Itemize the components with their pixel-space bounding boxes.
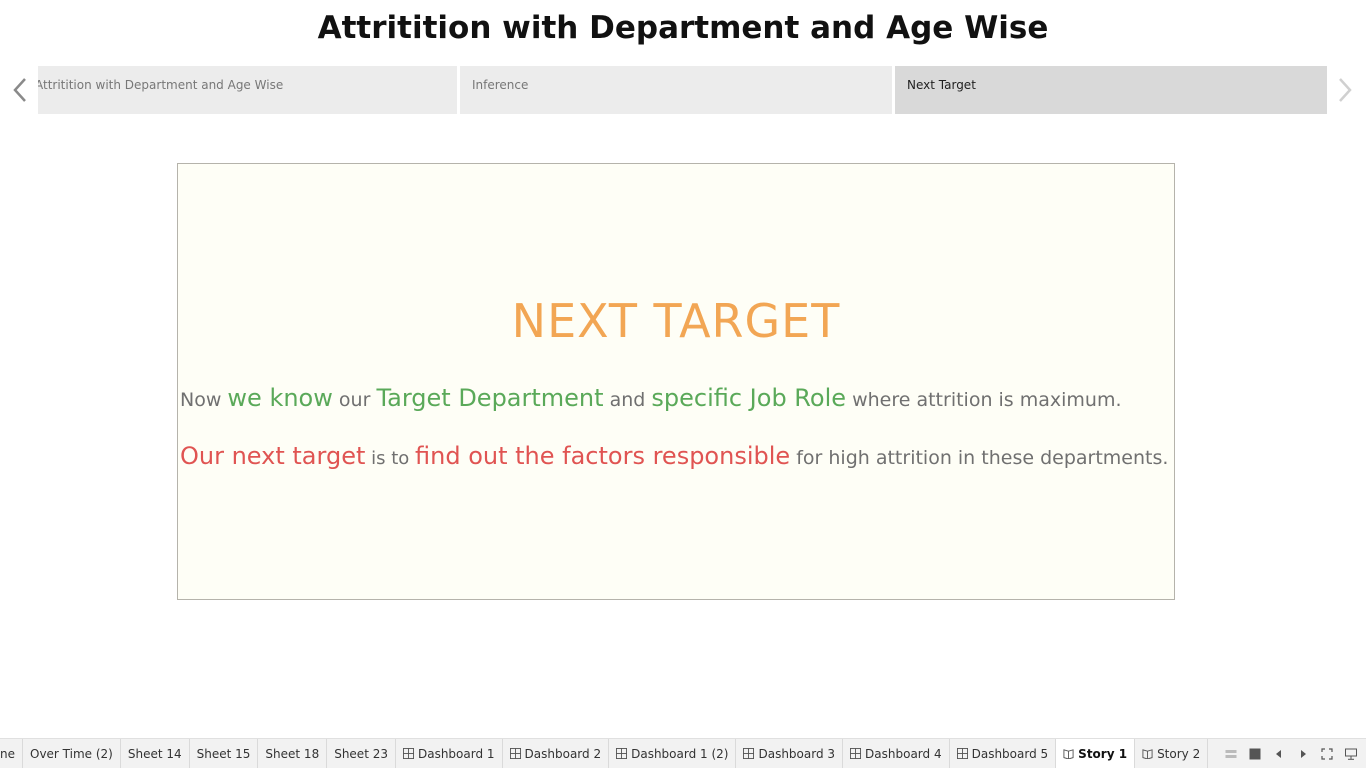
- sheet-tab-label: Dashboard 5: [971, 746, 1049, 761]
- sheet-tab-label: Dashboard 1: [417, 746, 495, 761]
- sheet-tab[interactable]: Dashboard 4: [843, 739, 950, 768]
- chevron-right-icon: [1339, 78, 1352, 102]
- story-text-panel: NEXT TARGET Now we know our Target Depar…: [177, 163, 1175, 600]
- line1-text-our: our: [332, 389, 377, 411]
- sheet-tab-label: Dashboard 2: [524, 746, 602, 761]
- sheet-tab[interactable]: Sheet 23: [327, 739, 396, 768]
- line1-text-now: Now: [180, 389, 228, 411]
- sheet-tab[interactable]: Dashboard 1: [396, 739, 503, 768]
- show-tabs-icon[interactable]: [1248, 747, 1262, 761]
- sheet-tab-label: Story 1: [1078, 746, 1128, 761]
- sheet-tab[interactable]: Dashboard 3: [736, 739, 844, 768]
- sheet-tab-label: ne: [0, 746, 15, 761]
- line1-highlight-we-know: we know: [227, 384, 333, 412]
- presentation-mode-icon[interactable]: [1344, 747, 1358, 761]
- sheet-tab[interactable]: Dashboard 1 (2): [609, 739, 737, 768]
- dashboard-grid-icon: [850, 748, 862, 759]
- tab-bar-controls: [1210, 739, 1366, 768]
- story-point-3-current[interactable]: Next Target: [895, 66, 1327, 114]
- sheet-tab-label: Sheet 18: [265, 746, 320, 761]
- story-book-icon: [1063, 748, 1074, 759]
- sheet-tab[interactable]: Over Time (2): [23, 739, 121, 768]
- sheet-tab-label: Sheet 14: [127, 746, 182, 761]
- line2-text-end: for high attrition in these departments.: [790, 447, 1169, 469]
- sheet-tab-label: Dashboard 3: [758, 746, 836, 761]
- sheet-tab[interactable]: Story 2: [1135, 739, 1209, 768]
- panel-headline: NEXT TARGET: [511, 294, 841, 348]
- chevron-left-icon: [13, 78, 26, 102]
- dashboard-grid-icon: [509, 748, 521, 759]
- line2-highlight-factors: find out the factors responsible: [415, 442, 791, 470]
- dashboard-grid-icon: [956, 748, 968, 759]
- sheet-tab-label: Dashboard 4: [865, 746, 942, 761]
- sheet-tab[interactable]: Sheet 14: [121, 739, 190, 768]
- sheet-tab-bar: ne Over Time (2) Sheet 14 Sheet 15 Sheet 18 S…: [0, 738, 1366, 768]
- story-point-1[interactable]: Attritition with Department and Age Wise: [38, 66, 457, 114]
- line1-text-and: and: [603, 389, 652, 411]
- story-title: Attritition with Department and Age Wise: [317, 10, 1049, 46]
- sheet-tab[interactable]: Sheet 15: [190, 739, 259, 768]
- story-point-2[interactable]: Inference: [460, 66, 892, 114]
- next-story-point-button[interactable]: [1330, 70, 1360, 110]
- dashboard-grid-icon: [402, 748, 414, 759]
- panel-text-line-1: Now we know our Target Department and sp…: [180, 384, 1122, 412]
- sheet-tab-label: Sheet 15: [196, 746, 251, 761]
- line2-highlight-next-target: Our next target: [180, 442, 366, 470]
- previous-story-point-button[interactable]: [5, 70, 35, 110]
- sheet-tab[interactable]: Sheet 18: [258, 739, 328, 768]
- sheet-tab-label: Sheet 23: [334, 746, 388, 761]
- next-sheet-icon[interactable]: [1296, 747, 1310, 761]
- sheet-tab[interactable]: Dashboard 5: [950, 739, 1057, 768]
- sheet-tab[interactable]: ne: [0, 739, 23, 768]
- dashboard-grid-icon: [743, 748, 755, 759]
- dashboard-grid-icon: [616, 748, 628, 759]
- line1-text-end: where attrition is maximum.: [846, 389, 1122, 411]
- story-book-icon: [1142, 748, 1153, 759]
- show-filmstrip-icon[interactable]: [1224, 747, 1238, 761]
- story-point-navigator: Attritition with Department and Age Wise…: [38, 66, 1327, 114]
- line2-text-is-to: is to: [365, 448, 415, 469]
- sheet-tab[interactable]: Story 1: [1056, 739, 1136, 768]
- sheet-tab[interactable]: Dashboard 2: [503, 739, 610, 768]
- line1-highlight-job-role: specific Job Role: [651, 384, 847, 412]
- sheet-tab-label: Over Time (2): [30, 746, 113, 761]
- fullscreen-icon[interactable]: [1320, 747, 1334, 761]
- panel-text-line-2: Our next target is to find out the facto…: [180, 442, 1168, 470]
- previous-sheet-icon[interactable]: [1272, 747, 1286, 761]
- sheet-tab-label: Story 2: [1157, 746, 1201, 761]
- line1-highlight-target-department: Target Department: [376, 384, 604, 412]
- sheet-tab-label: Dashboard 1 (2): [631, 746, 729, 761]
